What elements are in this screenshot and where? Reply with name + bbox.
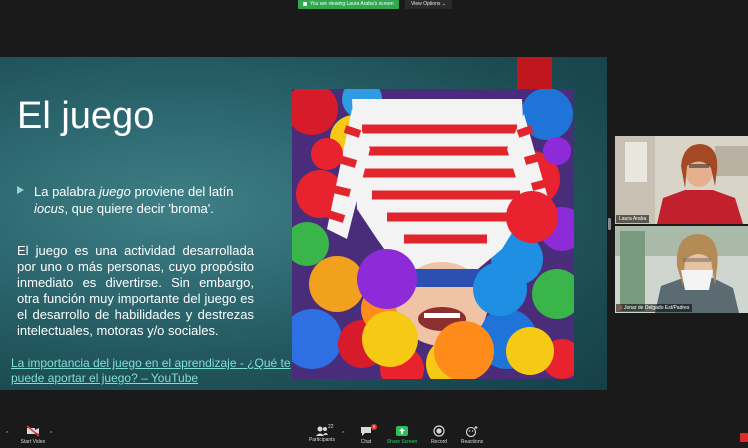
screen-share-banner: You are viewing Laura Araba's screen (298, 0, 399, 9)
slide-paragraph: El juego es una actividad desarrollada p… (17, 243, 254, 338)
start-video-label: Start Video (20, 439, 46, 445)
participants-count: 22 (328, 424, 334, 430)
gallery-resize-handle[interactable] (608, 218, 611, 230)
video-tile-jonar[interactable]: Jonar de Delgado Est/Padres (615, 226, 748, 313)
participant-name: Laura Araba (616, 215, 650, 223)
leave-button[interactable] (740, 433, 748, 442)
slide-accent-bar (517, 57, 552, 93)
participant-name: Jonar de Delgado Est/Padres (616, 304, 693, 312)
slide-bullet: La palabra juego proviene del latín iocu… (17, 183, 267, 217)
reactions-icon (465, 426, 478, 437)
mic-muted-icon (619, 305, 622, 311)
slide-title: El juego (17, 95, 155, 137)
chat-unread-badge: 9 (371, 424, 377, 430)
shared-slide: El juego La palabra juego proviene del l… (0, 57, 607, 390)
video-options-caret[interactable]: ^ (50, 431, 52, 437)
view-options-button[interactable]: View Options ⌄ (405, 0, 452, 9)
share-banner-text: You are viewing Laura Araba's screen (310, 1, 394, 7)
start-video-button[interactable]: Start Video (20, 425, 46, 445)
bullet-triangle-icon (17, 186, 24, 194)
zoom-window: You are viewing Laura Araba's screen Vie… (0, 0, 748, 448)
participants-options-caret[interactable]: ^ (342, 431, 344, 437)
share-screen-icon (396, 426, 408, 436)
share-screen-label: Share Screen (386, 439, 418, 445)
ball-pit-photo (292, 89, 574, 379)
video-off-icon (26, 425, 40, 437)
record-label: Record (430, 439, 448, 445)
reactions-label: Reactions (460, 439, 484, 445)
participants-button[interactable]: 22 Participants (306, 424, 338, 443)
share-indicator-icon (303, 1, 307, 6)
chevron-down-icon: ⌄ (441, 1, 446, 7)
participants-label: Participants (308, 437, 336, 443)
participants-icon (316, 426, 328, 436)
reactions-button[interactable]: Reactions (460, 425, 484, 445)
video-tile-laura[interactable]: Laura Araba (615, 136, 748, 224)
audio-options-caret[interactable]: ^ (6, 431, 8, 437)
share-screen-button[interactable]: Share Screen (386, 425, 418, 445)
record-icon (433, 425, 445, 437)
youtube-link[interactable]: La importancia del juego en el aprendiza… (11, 356, 321, 386)
view-options-label: View Options (411, 1, 441, 7)
bullet-text: La palabra juego proviene del latín iocu… (34, 184, 234, 216)
meeting-toolbar: ^ Start Video ^ 22 Participants ^ 9 Chat… (0, 423, 748, 448)
chat-label: Chat (360, 439, 372, 445)
chat-button[interactable]: 9 Chat (356, 424, 377, 445)
record-button[interactable]: Record (429, 425, 449, 445)
